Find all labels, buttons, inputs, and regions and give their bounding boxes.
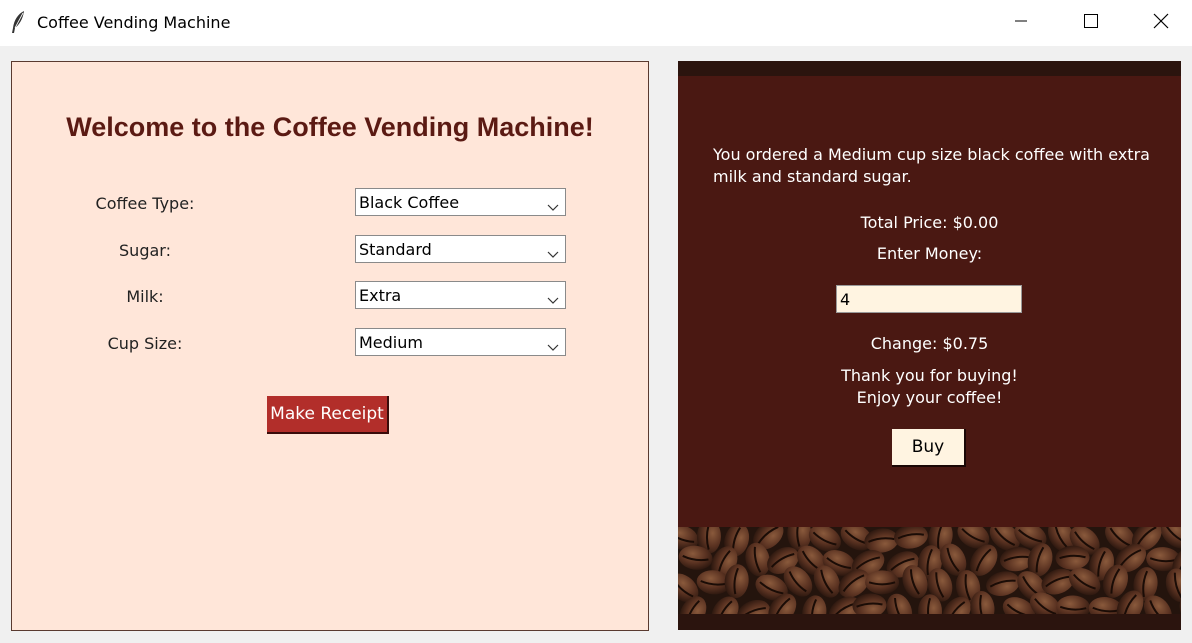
cup-size-value: Medium	[359, 333, 423, 352]
minimize-icon	[1013, 13, 1029, 33]
sugar-select[interactable]: Standard	[355, 235, 566, 263]
chevron-down-icon	[547, 197, 559, 216]
buy-button[interactable]: Buy	[892, 429, 966, 467]
coffee-type-select[interactable]: Black Coffee	[355, 188, 566, 216]
minimize-button[interactable]	[998, 0, 1044, 46]
feather-icon	[10, 10, 28, 34]
coffee-type-label: Coffee Type:	[95, 194, 195, 213]
cup-size-select[interactable]: Medium	[355, 328, 566, 356]
cup-size-label: Cup Size:	[107, 334, 183, 353]
title-bar: Coffee Vending Machine	[0, 0, 1192, 46]
sugar-value: Standard	[359, 240, 432, 259]
maximize-icon	[1083, 13, 1099, 33]
milk-select[interactable]: Extra	[355, 281, 566, 309]
welcome-heading: Welcome to the Coffee Vending Machine!	[66, 112, 594, 142]
make-receipt-button[interactable]: Make Receipt	[267, 396, 389, 434]
milk-label: Milk:	[126, 287, 164, 306]
maximize-button[interactable]	[1068, 0, 1114, 46]
panel-top-bar	[678, 61, 1181, 76]
milk-value: Extra	[359, 286, 402, 305]
sugar-label: Sugar:	[119, 241, 171, 260]
enjoy-text: Enjoy your coffee!	[856, 388, 1003, 407]
change-text: Change: $0.75	[870, 334, 989, 353]
enter-money-label: Enter Money:	[876, 244, 983, 263]
chevron-down-icon	[547, 244, 559, 263]
coffee-type-value: Black Coffee	[359, 193, 460, 212]
order-form-panel: Welcome to the Coffee Vending Machine! C…	[11, 61, 649, 631]
thanks-text: Thank you for buying!	[841, 366, 1018, 385]
receipt-panel: You ordered a Medium cup size black coff…	[678, 61, 1181, 630]
money-input[interactable]: 4	[836, 285, 1022, 313]
window-title: Coffee Vending Machine	[37, 13, 231, 32]
order-summary: You ordered a Medium cup size black coff…	[713, 145, 1150, 186]
money-input-value: 4	[840, 290, 851, 309]
close-icon	[1152, 12, 1170, 34]
total-price: Total Price: $0.00	[860, 213, 999, 232]
coffee-beans-image	[678, 527, 1181, 614]
close-button[interactable]	[1138, 0, 1184, 46]
chevron-down-icon	[547, 290, 559, 309]
chevron-down-icon	[547, 337, 559, 356]
panel-bottom-bar	[678, 614, 1181, 630]
